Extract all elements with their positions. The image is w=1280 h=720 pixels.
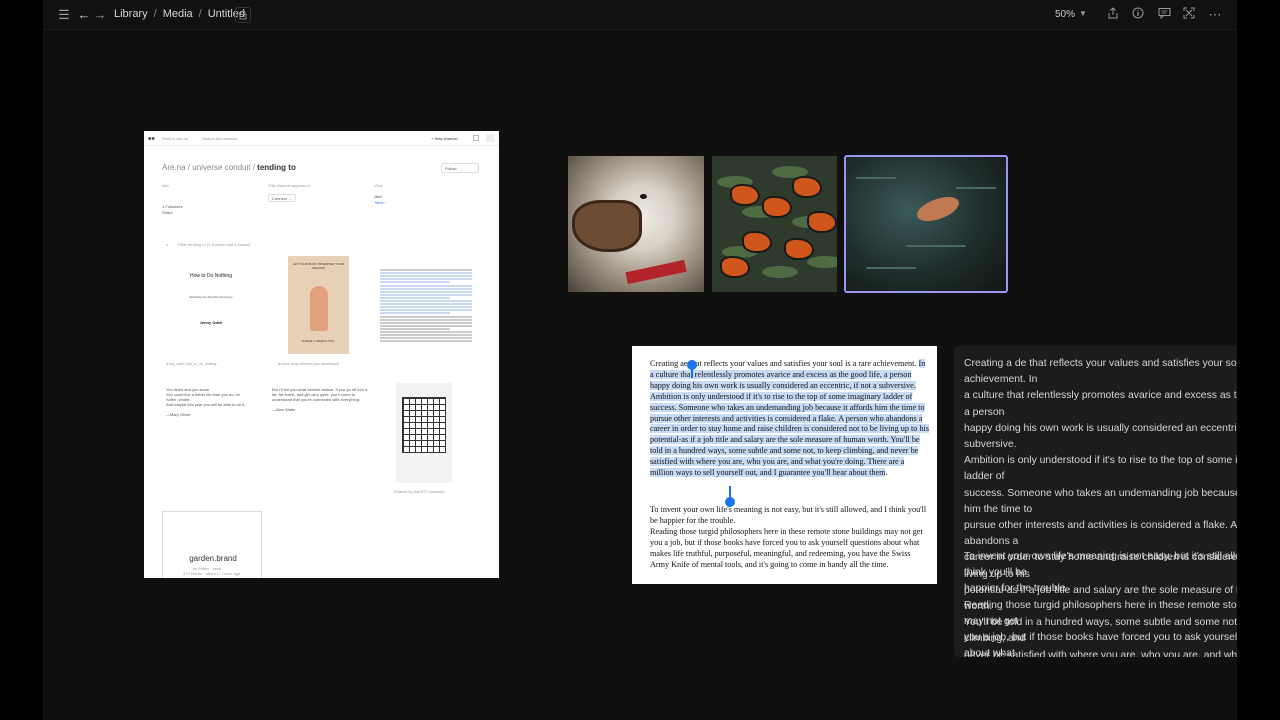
swimmer-figure (913, 192, 963, 226)
channel-block-garden[interactable]: garden.brand by Potter · sean 472 blocks… (162, 511, 262, 578)
text-line (380, 272, 472, 275)
butterfly-shape (762, 196, 792, 218)
more-icon[interactable]: ⋯ (1207, 7, 1223, 23)
arena-header: ✱✱ Seek in Are.na Search this channel + … (144, 131, 499, 146)
filter-input[interactable]: ⌕ Filter tending to (1 channel and 4 blo… (166, 241, 346, 249)
connect-button[interactable]: Connect → (268, 194, 296, 202)
butterfly-shape (807, 211, 837, 233)
info-icon[interactable] (1130, 7, 1146, 23)
muzzle-illustration (572, 200, 642, 252)
follow-button[interactable]: Follow (441, 163, 479, 173)
plain-text-paragraph-2[interactable]: To invent your own life's meaning is not… (964, 549, 1237, 657)
text-line (380, 293, 472, 296)
text-line (380, 278, 472, 281)
fullscreen-icon[interactable] (1181, 7, 1197, 23)
crossword-image[interactable] (396, 383, 452, 483)
menu-icon[interactable]: ☰ (56, 7, 72, 23)
block-caption: let-your-body-interpret-your-dreams.pdf (278, 362, 340, 366)
breadcrumb: Library / Media / Untitled (114, 8, 246, 20)
text-line (380, 334, 472, 337)
plain-text-card[interactable]: Creating a de that reflects your values … (954, 346, 1237, 657)
quote-block-mary-oliver[interactable]: You listen and you know You could live a… (166, 387, 262, 417)
breadcrumb-media[interactable]: Media (163, 8, 193, 20)
text-line (380, 309, 472, 312)
text-line (380, 306, 472, 309)
book-cover-gendlin[interactable]: LET YOUR BODY INTERPRET YOUR DREAMS EUGE… (288, 256, 349, 354)
book-cover-how-to-do-nothing[interactable]: How to Do Nothing Resisting the Attentio… (174, 253, 248, 357)
quote-block-alan-watts[interactable]: But I'll tell you what hermits realize. … (272, 387, 368, 412)
text-line (380, 340, 472, 343)
leaf-shape (807, 256, 837, 268)
zoom-level[interactable]: 50% (1055, 9, 1075, 20)
new-channel-button[interactable]: + New channel (431, 136, 458, 141)
figure-illustration (310, 286, 328, 331)
view-label: View (374, 183, 383, 188)
share-icon[interactable] (1105, 7, 1121, 23)
butterfly-shape (730, 184, 760, 206)
arena-channel-card[interactable]: ✱✱ Seek in Are.na Search this channel + … (144, 131, 499, 578)
channel-title: Are.na / universe conduit / tending to (162, 163, 296, 172)
breadcrumb-library[interactable]: Library (114, 8, 148, 20)
text-line (380, 296, 450, 299)
text-line (380, 300, 472, 302)
text-line (380, 321, 472, 324)
text-line (380, 287, 472, 290)
followers-count[interactable]: 1 Followers (162, 204, 182, 209)
back-arrow-icon[interactable]: ← (76, 7, 92, 23)
text-line (380, 315, 472, 318)
text-line (380, 303, 472, 306)
search-icon: ⌕ (166, 242, 169, 247)
arena-search[interactable]: Seek in Are.na (162, 136, 188, 141)
butterfly-shape (742, 231, 772, 253)
block-caption: Finished my first NYT crossword (394, 490, 445, 494)
view-table-option[interactable]: Table ↑ (374, 200, 387, 205)
text-line (380, 269, 472, 271)
forward-arrow-icon[interactable]: → (92, 7, 108, 23)
text-block-thumbnail[interactable] (380, 269, 473, 344)
swimmer-photo-selected[interactable] (844, 155, 1008, 293)
text-line (380, 281, 450, 284)
view-grid-option[interactable]: Grid (374, 194, 382, 199)
text-line (380, 337, 472, 340)
canvas[interactable]: ☰ ← → Library / Media / Untitled 50% ▼ ⋯ ✱✱ … (43, 0, 1237, 720)
document-paragraph-2[interactable]: To invent your own life's meaning is not… (650, 505, 930, 570)
text-line (380, 312, 450, 315)
text-line (380, 318, 472, 321)
text-line (380, 284, 472, 287)
text-line (380, 331, 472, 333)
butterflies-photo[interactable] (712, 156, 837, 292)
text-line (380, 275, 472, 278)
block-caption: jenny_odell_how_to_do_nothing... (166, 362, 220, 366)
text-line (380, 324, 472, 327)
info-label: Info (162, 183, 169, 188)
dog-photo[interactable] (568, 156, 704, 292)
text-document-card[interactable]: Creating ae that reflects your values an… (632, 346, 937, 584)
butterfly-shape (784, 238, 814, 260)
arena-channel-search[interactable]: Search this channel (202, 136, 237, 141)
leaf-shape (762, 266, 798, 278)
arena-logo-icon: ✱✱ (148, 136, 155, 141)
comment-icon[interactable] (1156, 7, 1172, 23)
connect-label: This channel appears in (268, 183, 311, 188)
notification-icon[interactable] (473, 135, 479, 141)
lock-icon[interactable] (235, 7, 251, 23)
text-line (380, 290, 472, 293)
text-line (380, 327, 450, 330)
chevron-down-icon[interactable]: ▼ (1079, 9, 1089, 19)
top-toolbar: ☰ ← → Library / Media / Untitled 50% ▼ ⋯ (43, 0, 1237, 30)
butterfly-shape (720, 256, 750, 278)
avatar[interactable] (486, 134, 495, 142)
selection-end-handle[interactable] (725, 497, 735, 507)
butterfly-shape (792, 176, 822, 198)
